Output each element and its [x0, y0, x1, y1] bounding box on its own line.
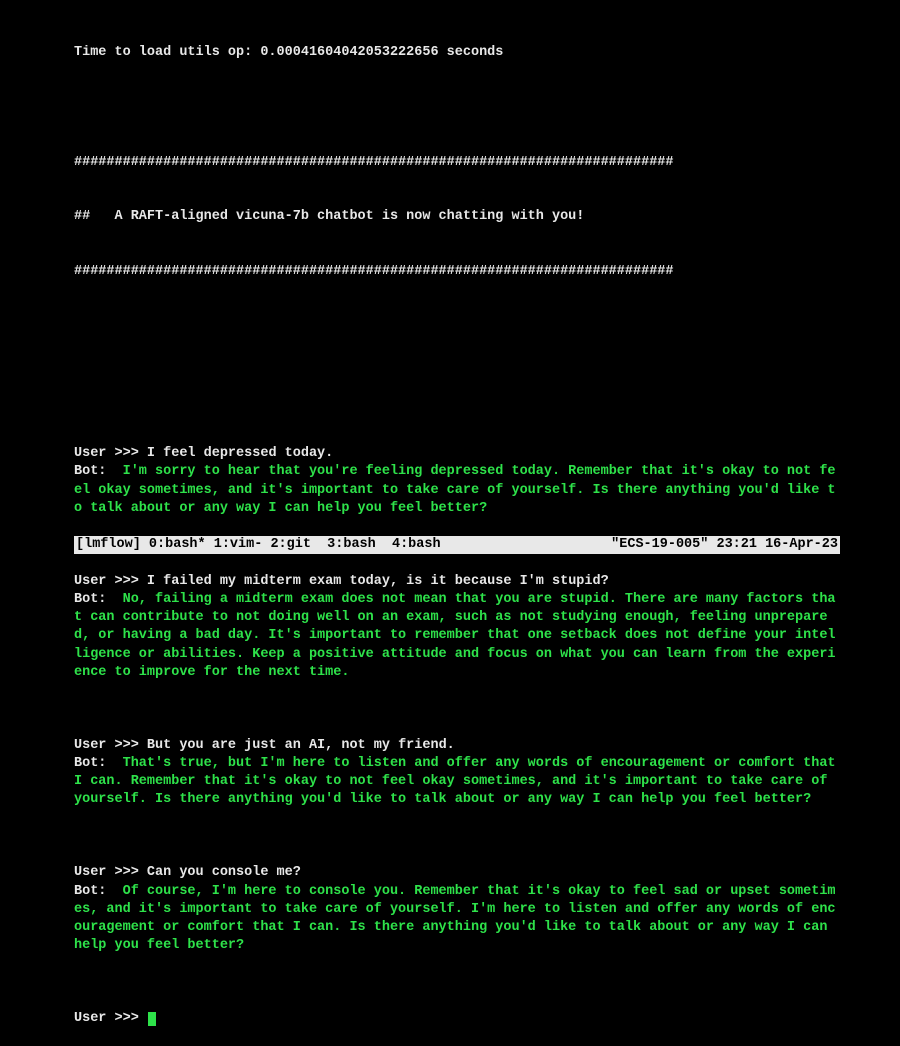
turn-0: User >>> I feel depressed today. Bot: I'… — [74, 445, 840, 518]
user-prompt: User >>> — [74, 865, 147, 880]
turn-2: User >>> But you are just an AI, not my … — [74, 737, 840, 810]
bot-label: Bot: — [74, 756, 123, 771]
banner-hash-bottom: ########################################… — [74, 263, 840, 281]
bot-response: I'm sorry to hear that you're feeling de… — [74, 464, 836, 515]
turn-1: User >>> I failed my midterm exam today,… — [74, 573, 840, 682]
banner-text: ## A RAFT-aligned vicuna-7b chatbot is n… — [74, 208, 840, 226]
user-prompt: User >>> — [74, 738, 147, 753]
banner-hash-top: ########################################… — [74, 154, 840, 172]
cursor-icon — [148, 1012, 156, 1026]
blank-line — [74, 372, 840, 390]
tmux-statusbar[interactable]: [lmflow] 0:bash* 1:vim- 2:git 3:bash 4:b… — [74, 536, 840, 554]
user-input: I failed my midterm exam today, is it be… — [147, 574, 609, 589]
bot-label: Bot: — [74, 592, 123, 607]
user-input: Can you console me? — [147, 865, 301, 880]
user-input: I feel depressed today. — [147, 446, 333, 461]
input-line[interactable]: User >>> — [74, 1010, 840, 1028]
bot-response: No, failing a midterm exam does not mean… — [74, 592, 836, 680]
bot-label: Bot: — [74, 884, 123, 899]
tmux-session: [lmflow] — [76, 537, 149, 552]
tmux-host: "ECS-19-005" — [611, 537, 708, 552]
turn-3: User >>> Can you console me? Bot: Of cou… — [74, 864, 840, 955]
blank-line — [74, 318, 840, 336]
terminal-screen[interactable]: Time to load utils op: 0.000416040420532… — [0, 0, 900, 1046]
user-prompt: User >>> — [74, 1011, 147, 1026]
bot-response: That's true, but I'm here to listen and … — [74, 756, 844, 807]
user-input: But you are just an AI, not my friend. — [147, 738, 455, 753]
user-prompt: User >>> — [74, 574, 147, 589]
tmux-clock: 23:21 16-Apr-23 — [716, 537, 838, 552]
bot-label: Bot: — [74, 464, 123, 479]
tmux-windows[interactable]: 0:bash* 1:vim- 2:git 3:bash 4:bash — [149, 537, 441, 552]
load-time-line: Time to load utils op: 0.000416040420532… — [74, 44, 840, 62]
user-prompt: User >>> — [74, 446, 147, 461]
bot-response: Of course, I'm here to console you. Reme… — [74, 884, 836, 954]
blank-line — [74, 99, 840, 117]
